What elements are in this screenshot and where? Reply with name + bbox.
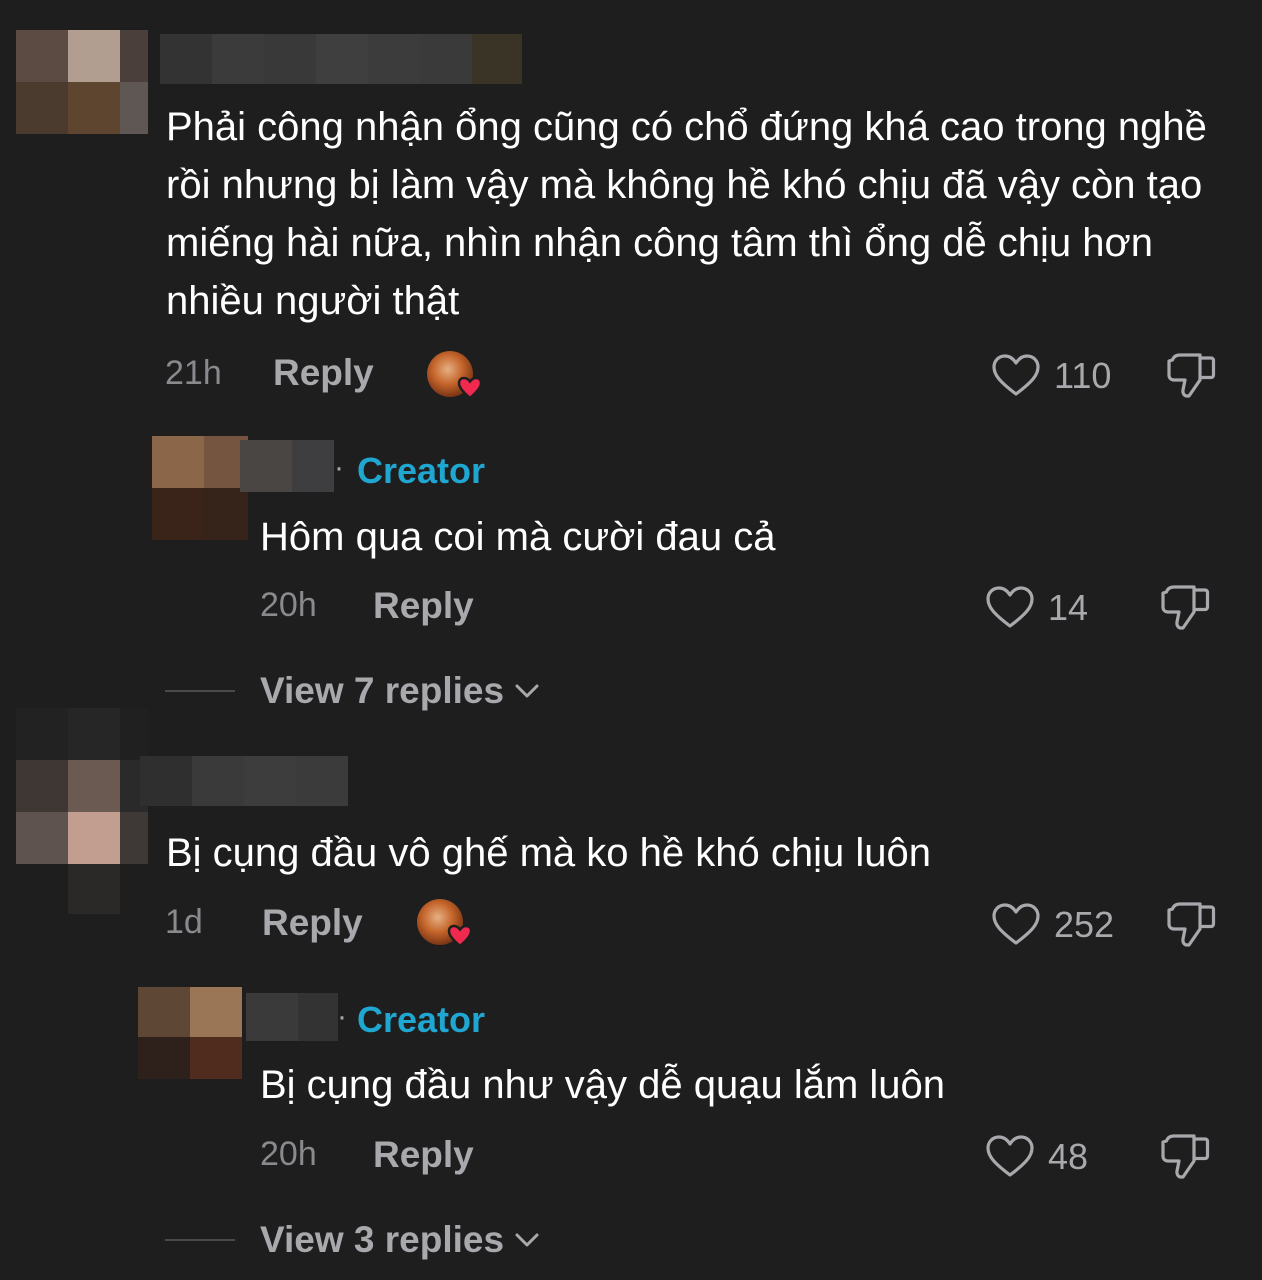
view-replies-label: View 7 replies [260,670,505,711]
avatar[interactable] [138,987,242,1079]
view-replies-button[interactable]: View 3 replies [260,1219,540,1261]
divider [165,690,235,692]
reply-button[interactable]: Reply [273,352,374,394]
separator-dot: · [337,1000,347,1033]
reply-time: 20h [260,586,317,624]
reply-button[interactable]: Reply [262,902,363,944]
avatar[interactable] [16,708,148,914]
heart-outline-icon[interactable] [984,1133,1036,1179]
divider [165,1239,235,1241]
comment-text: Bị cụng đầu vô ghế mà ko hề khó chịu luô… [166,831,931,875]
username-redacted[interactable] [240,440,334,492]
like-count: 14 [1048,587,1089,628]
reply-text: Bị cụng đầu như vậy dễ quạu lắm luôn [260,1063,946,1107]
thumbs-down-icon[interactable] [1166,899,1216,949]
creator-badge: Creator [357,450,486,491]
view-replies-label: View 3 replies [260,1219,505,1260]
avatar[interactable] [152,436,248,540]
heart-outline-icon[interactable] [990,901,1042,947]
like-count: 252 [1054,904,1115,945]
reply-button[interactable]: Reply [373,585,474,627]
reply-text: Hôm qua coi mà cười đau cả [260,515,776,559]
avatar[interactable] [16,30,148,134]
chevron-down-icon [514,1231,540,1249]
username-redacted[interactable] [140,756,348,806]
comment-time: 21h [165,354,222,392]
reply-time: 20h [260,1135,317,1173]
chevron-down-icon [514,682,540,700]
like-count: 110 [1054,355,1112,396]
username-redacted[interactable] [160,34,522,84]
creator-heart-avatar-icon [416,898,478,950]
thumbs-down-icon[interactable] [1166,350,1216,400]
thumbs-down-icon[interactable] [1160,1131,1210,1181]
like-count: 48 [1048,1136,1089,1177]
reply-button[interactable]: Reply [373,1134,474,1176]
comment-time: 1d [165,903,203,941]
comment-text: Phải công nhận ổng cũng có chổ đứng khá … [166,105,1207,323]
creator-badge: Creator [357,999,486,1040]
separator-dot: · [334,451,344,484]
heart-outline-icon[interactable] [984,584,1036,630]
view-replies-button[interactable]: View 7 replies [260,670,540,712]
thumbs-down-icon[interactable] [1160,582,1210,632]
username-redacted[interactable] [246,993,338,1041]
creator-heart-avatar-icon [426,350,488,402]
heart-outline-icon[interactable] [990,352,1042,398]
